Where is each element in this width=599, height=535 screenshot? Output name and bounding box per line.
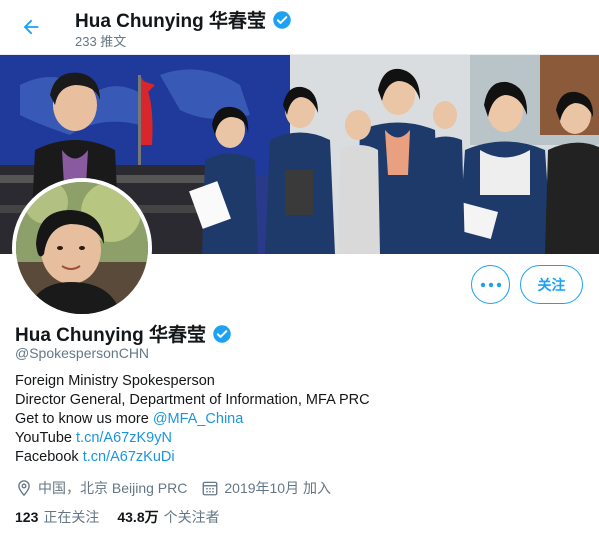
- profile-handle: @SpokespersonCHN: [15, 345, 150, 361]
- bio-text: YouTube: [15, 430, 77, 446]
- following-count: 123: [15, 509, 39, 525]
- followers-label: 个关注者: [163, 509, 220, 525]
- profile-bio: Foreign Ministry Spokesperson Director G…: [15, 372, 370, 467]
- youtube-link[interactable]: t.cn/A67zK9yN: [76, 430, 172, 446]
- bio-line: Director General, Department of Informat…: [15, 392, 370, 408]
- location-icon: [18, 480, 30, 497]
- follow-button[interactable]: 关注: [520, 265, 583, 304]
- tweet-count: 233 推文: [75, 34, 127, 49]
- header-name: Hua Chunying 华春莹: [75, 6, 292, 33]
- followers-stat[interactable]: 43.8万 个关注者: [117, 507, 219, 527]
- profile-name-text: Hua Chunying 华春莹: [15, 325, 207, 346]
- profile-header: Hua Chunying 华春莹 233 推文: [0, 0, 599, 55]
- profile-meta: 中国，北京 Beijing PRC 2019年10月 加入: [15, 478, 331, 498]
- facebook-link[interactable]: t.cn/A67zKuDi: [83, 449, 175, 465]
- joined-date: 2019年10月 加入: [224, 480, 331, 496]
- bio-line: Get to know us more @MFA_China: [15, 410, 370, 429]
- followers-count: 43.8万: [117, 509, 159, 525]
- bio-line: Facebook t.cn/A67zKuDi: [15, 448, 370, 467]
- verified-badge-icon: [273, 10, 291, 29]
- more-options-button[interactable]: [471, 265, 510, 304]
- avatar-photo: [16, 182, 148, 314]
- following-label: 正在关注: [43, 509, 100, 525]
- more-icon: [480, 282, 501, 287]
- bio-line: YouTube t.cn/A67zK9yN: [15, 429, 370, 448]
- bio-text: Facebook: [15, 449, 83, 465]
- following-stat[interactable]: 123 正在关注: [15, 507, 99, 527]
- header-name-text: Hua Chunying 华春莹: [75, 11, 267, 32]
- profile-stats: 123 正在关注 43.8万 个关注者: [15, 507, 220, 527]
- calendar-icon: [202, 481, 218, 496]
- bio-line: Foreign Ministry Spokesperson: [15, 373, 215, 389]
- verified-badge-icon: [213, 324, 231, 343]
- back-button[interactable]: [14, 10, 48, 44]
- location-text: 中国，北京 Beijing PRC: [38, 480, 188, 496]
- profile-name: Hua Chunying 华春莹: [15, 320, 232, 347]
- mfa-china-link[interactable]: @MFA_China: [153, 411, 243, 427]
- avatar[interactable]: [12, 178, 152, 318]
- bio-text: Get to know us more: [15, 411, 153, 427]
- back-arrow-icon: [23, 19, 39, 35]
